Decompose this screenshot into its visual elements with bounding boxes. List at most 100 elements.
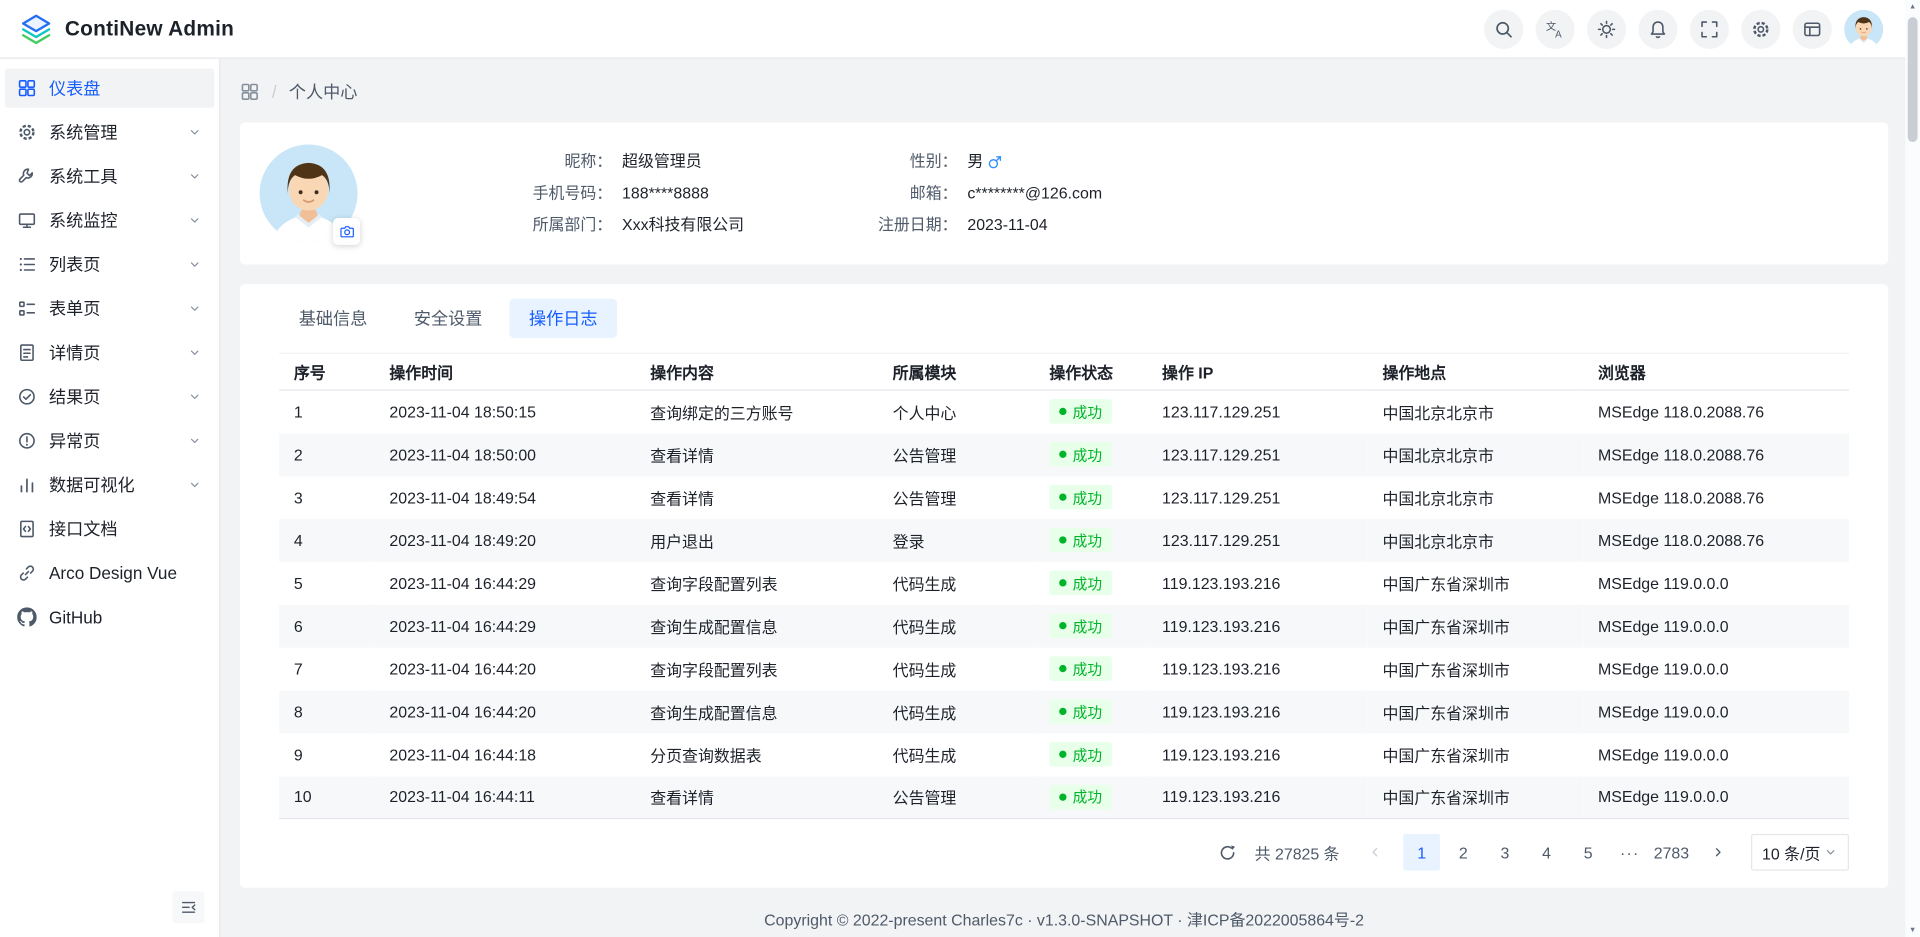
sidebar-item-form-pages[interactable]: 表单页 xyxy=(5,289,214,328)
profile-card: 昵称：超级管理员手机号码：188****8888所属部门：Xxx科技有限公司性别… xyxy=(240,122,1888,264)
github-icon xyxy=(17,607,37,627)
cell-location: 中国广东省深圳市 xyxy=(1368,647,1584,690)
page-button-3[interactable]: 3 xyxy=(1487,834,1524,871)
app-window: ContiNew Admin 文A xyxy=(0,0,1920,937)
user-avatar[interactable] xyxy=(1844,9,1883,48)
tabs: 基础信息安全设置操作日志 xyxy=(279,299,1849,338)
sidebar-item-arco-design-vue[interactable]: Arco Design Vue xyxy=(5,553,214,592)
cell-time: 2023-11-04 16:44:29 xyxy=(375,604,636,647)
cell-no: 5 xyxy=(279,561,375,604)
cell-browser: MSEdge 119.0.0.0 xyxy=(1583,733,1849,776)
page-button-4[interactable]: 4 xyxy=(1528,834,1565,871)
column-header: 操作时间 xyxy=(375,353,636,390)
profile-field-value: 2023-11-04 xyxy=(967,213,1047,237)
sidebar-item-system-tools[interactable]: 系统工具 xyxy=(5,157,214,196)
pagination-pages: 12345···2783 xyxy=(1403,834,1690,871)
cell-no: 2 xyxy=(279,433,375,476)
layout-button[interactable] xyxy=(1793,9,1832,48)
settings-button[interactable] xyxy=(1741,9,1780,48)
cell-status: 成功 xyxy=(1035,561,1148,604)
notifications-button[interactable] xyxy=(1638,9,1677,48)
chevron-down-icon xyxy=(187,169,202,184)
cell-status: 成功 xyxy=(1035,776,1148,819)
profile-field-value: c********@126.com xyxy=(967,181,1102,205)
footer-copyright: Copyright © 2022-present Charles7c · v1.… xyxy=(240,888,1888,937)
search-button[interactable] xyxy=(1484,9,1523,48)
tab-security-settings[interactable]: 安全设置 xyxy=(394,299,502,338)
cell-no: 4 xyxy=(279,519,375,562)
scroll-up-arrow-icon[interactable]: ▲ xyxy=(1905,0,1920,15)
refresh-button[interactable] xyxy=(1213,838,1242,867)
sidebar-item-system-management[interactable]: 系统管理 xyxy=(5,113,214,152)
page-button-5[interactable]: 5 xyxy=(1570,834,1607,871)
status-dot-icon xyxy=(1059,665,1066,672)
cell-module: 代码生成 xyxy=(878,733,1035,776)
sidebar: 仪表盘系统管理系统工具系统监控列表页表单页详情页结果页异常页数据可视化接口文档 A… xyxy=(0,59,220,937)
brand[interactable]: ContiNew Admin xyxy=(20,12,234,45)
fullscreen-icon xyxy=(1700,19,1720,39)
sidebar-item-label: 详情页 xyxy=(49,340,175,364)
sidebar-item-api-docs[interactable]: 接口文档 xyxy=(5,509,214,548)
gear-icon xyxy=(17,122,37,142)
cell-module: 代码生成 xyxy=(878,561,1035,604)
check-circle-icon xyxy=(17,387,37,407)
edit-avatar-button[interactable] xyxy=(333,218,360,245)
profile-field-value: 男 xyxy=(967,149,983,173)
tab-basic-info[interactable]: 基础信息 xyxy=(279,299,387,338)
cell-location: 中国广东省深圳市 xyxy=(1368,604,1584,647)
cell-status: 成功 xyxy=(1035,519,1148,562)
apps-grid-icon[interactable] xyxy=(240,82,260,102)
column-header: 操作 IP xyxy=(1147,353,1367,390)
sidebar-item-list-pages[interactable]: 列表页 xyxy=(5,245,214,284)
sidebar-item-result-pages[interactable]: 结果页 xyxy=(5,377,214,416)
next-page-button[interactable] xyxy=(1700,834,1737,871)
sidebar-item-label: 系统监控 xyxy=(49,208,175,232)
sidebar-item-label: 表单页 xyxy=(49,296,175,320)
sun-icon xyxy=(1597,19,1617,39)
column-header: 浏览器 xyxy=(1583,353,1849,390)
table-row: 92023-11-04 16:44:18分页查询数据表代码生成成功119.123… xyxy=(279,733,1849,776)
status-dot-icon xyxy=(1059,451,1066,458)
sidebar-item-detail-pages[interactable]: 详情页 xyxy=(5,333,214,372)
gear-icon xyxy=(1751,19,1771,39)
page-button-1[interactable]: 1 xyxy=(1403,834,1440,871)
search-icon xyxy=(1494,19,1514,39)
translate-button[interactable]: 文A xyxy=(1536,9,1575,48)
chevron-down-icon xyxy=(187,257,202,272)
profile-field-row: 手机号码：188****8888 xyxy=(426,181,830,205)
sidebar-item-dashboard[interactable]: 仪表盘 xyxy=(5,69,214,108)
column-header: 操作内容 xyxy=(636,353,878,390)
sidebar-item-label: 列表页 xyxy=(49,252,175,276)
column-header: 操作地点 xyxy=(1368,353,1584,390)
vertical-scrollbar[interactable]: ▲ ▼ xyxy=(1905,0,1920,937)
sidebar-collapse-button[interactable] xyxy=(173,891,205,923)
sidebar-item-data-visualization[interactable]: 数据可视化 xyxy=(5,465,214,504)
scrollbar-thumb[interactable] xyxy=(1908,17,1918,142)
status-badge: 成功 xyxy=(1049,571,1111,595)
scroll-down-arrow-icon[interactable]: ▼ xyxy=(1905,923,1920,937)
cell-content: 用户退出 xyxy=(636,519,878,562)
fullscreen-button[interactable] xyxy=(1690,9,1729,48)
cell-module: 公告管理 xyxy=(878,476,1035,519)
profile-field-label: 注册日期： xyxy=(830,213,957,237)
cell-ip: 119.123.193.216 xyxy=(1147,561,1367,604)
profile-avatar[interactable] xyxy=(260,144,358,242)
tab-operation-log[interactable]: 操作日志 xyxy=(509,299,617,338)
theme-light-button[interactable] xyxy=(1587,9,1626,48)
link-icon xyxy=(17,563,37,583)
cell-browser: MSEdge 118.0.2088.76 xyxy=(1583,390,1849,433)
cell-location: 中国北京北京市 xyxy=(1368,476,1584,519)
sidebar-item-label: Arco Design Vue xyxy=(49,563,202,583)
cell-status: 成功 xyxy=(1035,476,1148,519)
app-logo-icon xyxy=(20,12,53,45)
sidebar-menu: 仪表盘系统管理系统工具系统监控列表页表单页详情页结果页异常页数据可视化接口文档 A… xyxy=(0,69,219,637)
sidebar-item-github[interactable]: GitHub xyxy=(5,598,214,637)
page-button-2783[interactable]: 2783 xyxy=(1653,834,1690,871)
sidebar-item-exception-pages[interactable]: 异常页 xyxy=(5,421,214,460)
page-size-select[interactable]: 10 条/页 xyxy=(1751,834,1849,871)
sidebar-item-system-monitor[interactable]: 系统监控 xyxy=(5,201,214,240)
page-ellipsis[interactable]: ··· xyxy=(1611,834,1648,871)
prev-page-button[interactable] xyxy=(1357,834,1394,871)
page-button-2[interactable]: 2 xyxy=(1445,834,1482,871)
cell-time: 2023-11-04 18:50:15 xyxy=(375,390,636,433)
